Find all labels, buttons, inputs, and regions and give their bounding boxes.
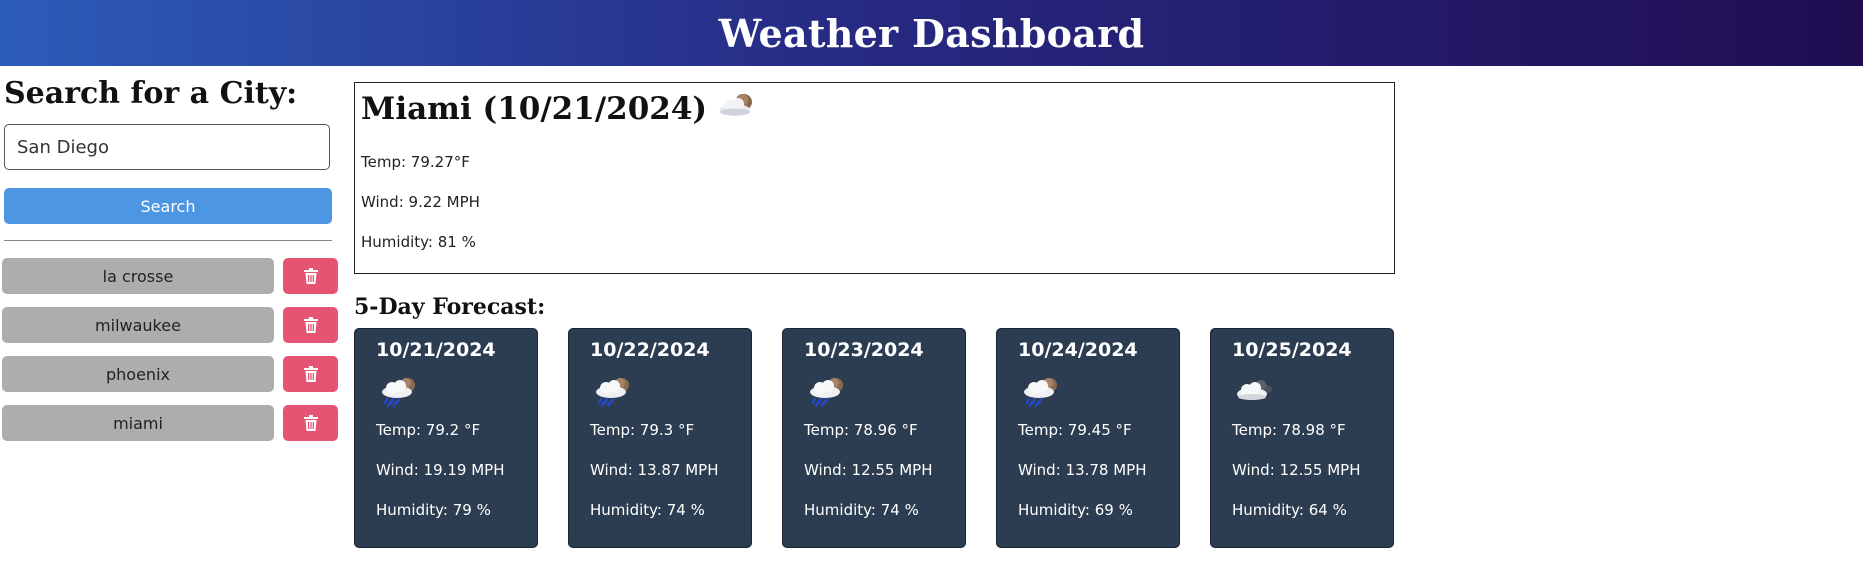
forecast-date: 10/25/2024 <box>1232 339 1352 361</box>
forecast-card: 10/25/2024 Temp: 78.98 °F Wind: 12.55 MP… <box>1210 328 1394 548</box>
forecast-humidity: Humidity: 69 % <box>1018 501 1133 519</box>
history-item: milwaukee <box>2 307 338 343</box>
forecast-wind: Wind: 12.55 MPH <box>1232 461 1361 479</box>
history-city-button[interactable]: miami <box>2 405 274 441</box>
history-item: la crosse <box>2 258 338 294</box>
current-weather-card: Miami (10/21/2024) Temp: 79.27°F Wind: 9… <box>354 82 1395 274</box>
trash-icon <box>303 415 318 431</box>
current-city-date: Miami (10/21/2024) <box>361 91 708 127</box>
forecast-humidity: Humidity: 64 % <box>1232 501 1347 519</box>
forecast-date: 10/22/2024 <box>590 339 710 361</box>
forecast-humidity: Humidity: 74 % <box>590 501 705 519</box>
delete-history-button[interactable] <box>283 258 338 294</box>
forecast-humidity: Humidity: 74 % <box>804 501 919 519</box>
forecast-temp: Temp: 79.2 °F <box>376 421 481 439</box>
forecast-temp: Temp: 78.96 °F <box>804 421 918 439</box>
page-title: Weather Dashboard <box>718 10 1145 56</box>
current-wind: Wind: 9.22 MPH <box>361 193 480 211</box>
forecast-card: 10/22/2024 Temp: 79.3 °F Wind: 13.87 MPH… <box>568 328 752 548</box>
delete-history-button[interactable] <box>283 356 338 392</box>
forecast-wind: Wind: 13.78 MPH <box>1018 461 1147 479</box>
forecast-card: 10/21/2024 Temp: 79.2 °F Wind: 19.19 MPH… <box>354 328 538 548</box>
forecast-wind: Wind: 13.87 MPH <box>590 461 719 479</box>
current-humidity: Humidity: 81 % <box>361 233 476 251</box>
history-city-button[interactable]: milwaukee <box>2 307 274 343</box>
forecast-date: 10/23/2024 <box>804 339 924 361</box>
forecast-heading: 5-Day Forecast: <box>354 294 546 320</box>
app-header: Weather Dashboard <box>0 0 1863 66</box>
history-city-button[interactable]: phoenix <box>2 356 274 392</box>
forecast-humidity: Humidity: 79 % <box>376 501 491 519</box>
current-weather-heading: Miami (10/21/2024) <box>361 91 757 127</box>
history-item: miami <box>2 405 338 441</box>
rain-cloud-icon <box>1021 375 1063 411</box>
delete-history-button[interactable] <box>283 405 338 441</box>
search-sidebar: Search for a City: Search la crosse milw… <box>0 66 342 564</box>
trash-icon <box>303 366 318 382</box>
current-temp: Temp: 79.27°F <box>361 153 470 171</box>
cloudy-icon <box>1235 375 1277 411</box>
forecast-temp: Temp: 79.3 °F <box>590 421 695 439</box>
search-heading: Search for a City: <box>4 76 298 111</box>
history-item: phoenix <box>2 356 338 392</box>
partly-cloudy-icon <box>717 91 757 127</box>
city-search-input[interactable] <box>4 124 330 170</box>
forecast-card: 10/23/2024 Temp: 78.96 °F Wind: 12.55 MP… <box>782 328 966 548</box>
rain-cloud-icon <box>807 375 849 411</box>
rain-cloud-icon <box>593 375 635 411</box>
forecast-temp: Temp: 78.98 °F <box>1232 421 1346 439</box>
forecast-wind: Wind: 19.19 MPH <box>376 461 505 479</box>
forecast-temp: Temp: 79.45 °F <box>1018 421 1132 439</box>
forecast-date: 10/21/2024 <box>376 339 496 361</box>
delete-history-button[interactable] <box>283 307 338 343</box>
forecast-date: 10/24/2024 <box>1018 339 1138 361</box>
forecast-card: 10/24/2024 Temp: 79.45 °F Wind: 13.78 MP… <box>996 328 1180 548</box>
trash-icon <box>303 268 318 284</box>
search-button[interactable]: Search <box>4 188 332 224</box>
history-city-button[interactable]: la crosse <box>2 258 274 294</box>
rain-cloud-icon <box>379 375 421 411</box>
sidebar-divider <box>4 240 332 241</box>
trash-icon <box>303 317 318 333</box>
forecast-wind: Wind: 12.55 MPH <box>804 461 933 479</box>
